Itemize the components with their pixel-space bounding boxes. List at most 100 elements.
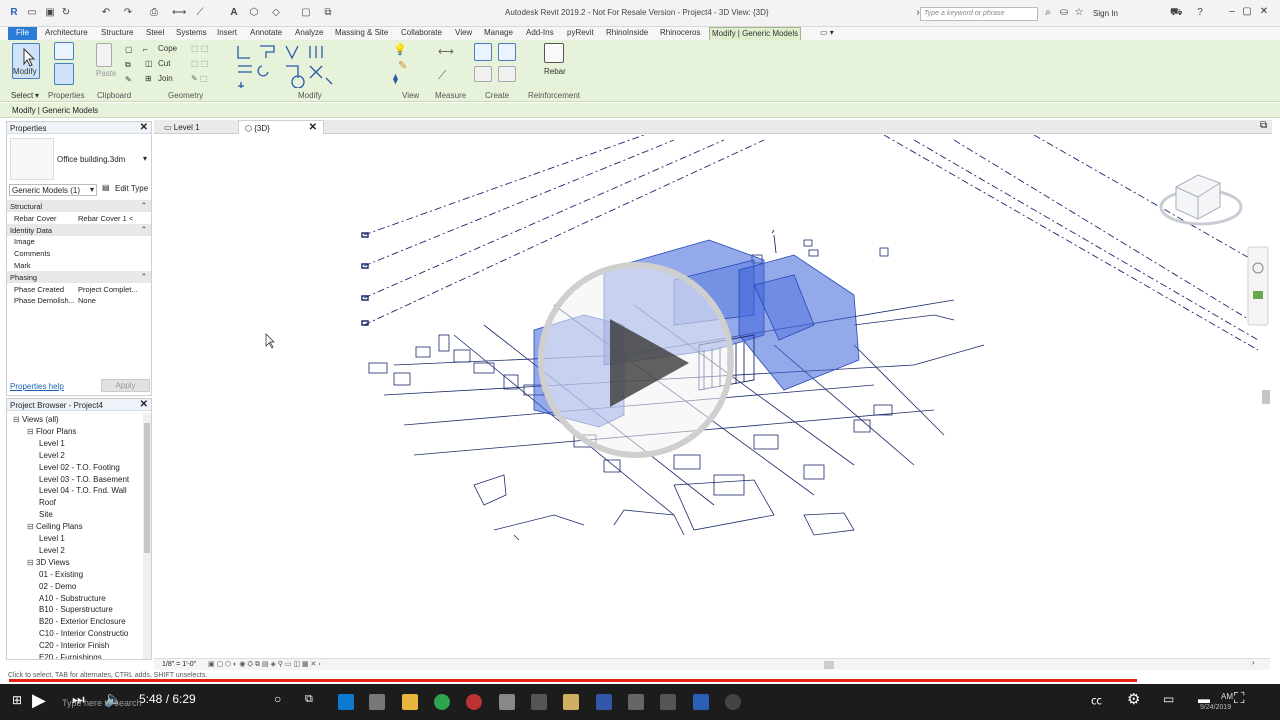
cortana-icon[interactable]: ○ xyxy=(274,692,281,706)
property-row[interactable]: Comments xyxy=(7,247,151,259)
tree-item[interactable]: ⊟ Views (all) xyxy=(13,415,59,424)
cut-geometry-icon[interactable]: ◫ xyxy=(145,59,153,68)
app-icon[interactable] xyxy=(531,694,547,710)
type-name[interactable]: Office building.3dm xyxy=(57,155,125,164)
browser-scrollbar[interactable] xyxy=(143,413,151,659)
file-explorer-icon[interactable] xyxy=(402,694,418,710)
collapse-icon[interactable]: ⊟ xyxy=(27,522,36,531)
match-type-icon[interactable]: ✎ xyxy=(125,75,132,84)
tab-structure[interactable]: Structure xyxy=(99,27,135,40)
collapse-icon[interactable]: ⊟ xyxy=(27,558,36,567)
join-button[interactable]: Join xyxy=(158,74,173,83)
tree-item[interactable]: B20 - Exterior Enclosure xyxy=(39,617,126,626)
modify-tools-icon[interactable] xyxy=(234,42,342,88)
view-control-icons[interactable]: ▣ ▢ ⬡ ◐ ◉ ⛭ ⧉ ▤ ◈ ⚲ ▭ ◫ ▦ ✕ ‹ xyxy=(208,660,321,669)
3d-view-icon[interactable]: ⬡ xyxy=(248,7,260,19)
tree-item[interactable]: B10 - Superstructure xyxy=(39,605,113,614)
tab-annotate[interactable]: Annotate xyxy=(248,27,284,40)
save-icon[interactable]: ▣ xyxy=(44,7,56,19)
captions-icon[interactable]: ㏄ xyxy=(1091,692,1102,708)
cut-button[interactable]: Cut xyxy=(158,59,170,68)
tree-item[interactable]: C20 - Interior Finish xyxy=(39,641,109,650)
tree-item[interactable]: Level 04 - T.O. Fnd. Wall xyxy=(39,486,127,495)
tree-item[interactable]: Level 1 xyxy=(39,534,65,543)
cope-button[interactable]: Cope xyxy=(158,44,177,53)
create-similar-icon[interactable] xyxy=(498,66,516,82)
property-row[interactable]: Mark xyxy=(7,259,151,271)
star-icon[interactable]: ☆ xyxy=(1073,7,1085,19)
tab-analyze[interactable]: Analyze xyxy=(293,27,325,40)
tab-options-icon[interactable]: ▭ ▾ xyxy=(818,27,836,40)
rhino-icon[interactable] xyxy=(466,694,482,710)
taskbar-search-input[interactable]: Type here to search xyxy=(62,698,142,708)
windows-start-icon[interactable]: ⊞ xyxy=(12,693,22,707)
tab-pyrevit[interactable]: pyRevit xyxy=(565,27,596,40)
text-icon[interactable]: A xyxy=(228,7,240,19)
type-properties-icon[interactable] xyxy=(54,42,74,60)
collapse-icon[interactable]: ⊟ xyxy=(27,427,36,436)
tree-item[interactable]: Roof xyxy=(39,498,56,507)
fullscreen-icon[interactable]: ⛶ xyxy=(1234,690,1245,707)
property-value[interactable]: Project Complet... xyxy=(78,285,150,294)
collapse-icon[interactable]: ⊟ xyxy=(13,415,22,424)
tree-item[interactable]: Level 1 xyxy=(39,439,65,448)
create-group-icon[interactable] xyxy=(474,66,492,82)
pencil-icon[interactable]: ✎ xyxy=(398,59,407,72)
tab-systems[interactable]: Systems xyxy=(174,27,209,40)
property-row[interactable]: Phase Demolish... None xyxy=(7,294,151,306)
geometry-tool-icon[interactable]: ⬚ ⬚ xyxy=(191,59,208,68)
tab-3d-view[interactable]: ⬡ {3D} ✕ xyxy=(238,120,324,134)
tree-item[interactable]: A10 - Substructure xyxy=(39,594,106,603)
geometry-tool-icon[interactable]: ⬚ ⬚ xyxy=(191,44,208,53)
property-value[interactable]: Rebar Cover 1 < xyxy=(78,214,150,223)
measure-between-icon[interactable]: ⟷ xyxy=(438,45,454,58)
property-section[interactable]: Identity Data ⌃ xyxy=(7,223,151,236)
measure-icon[interactable]: ⟷ xyxy=(172,7,186,19)
edit-type-button[interactable]: Edit Type xyxy=(115,184,148,193)
close-hidden-icon[interactable]: ▢ xyxy=(300,7,312,19)
miniplayer-icon[interactable]: ▭ xyxy=(1163,692,1174,706)
cope-icon[interactable]: ▢ xyxy=(125,45,133,54)
view-cube[interactable] xyxy=(1159,174,1243,226)
view-scale[interactable]: 1/8" = 1'-0" xyxy=(162,661,196,668)
tab-collaborate[interactable]: Collaborate xyxy=(399,27,444,40)
help-icon[interactable]: ? xyxy=(1194,7,1206,19)
zoom-icon[interactable] xyxy=(1253,291,1263,299)
tree-item[interactable]: Level 2 xyxy=(39,546,65,555)
binoculars-icon[interactable]: ⌕ xyxy=(1042,7,1054,19)
tree-item[interactable]: ⊟ 3D Views xyxy=(27,558,70,567)
3d-viewport[interactable] xyxy=(154,134,1270,658)
select-dropdown[interactable]: Select xyxy=(11,91,33,100)
property-section[interactable]: Phasing ⌃ xyxy=(7,270,151,283)
tab-add-ins[interactable]: Add-Ins xyxy=(524,27,556,40)
edit-type-icon[interactable]: ▤ xyxy=(102,183,110,192)
lightbulb-icon[interactable]: 💡 xyxy=(393,43,407,56)
tree-item[interactable]: Level 2 xyxy=(39,451,65,460)
property-row[interactable]: Phase Created Project Complet... xyxy=(7,283,151,295)
settings-icon[interactable] xyxy=(499,694,515,710)
sign-in-button[interactable]: Sign In xyxy=(1093,9,1118,18)
switch-windows-icon[interactable]: ⧉ xyxy=(322,7,334,19)
minimize-button[interactable]: – xyxy=(1226,6,1238,20)
tab-file[interactable]: File xyxy=(8,27,37,40)
viewport-scrollbar[interactable] xyxy=(1262,390,1270,404)
tab-manage[interactable]: Manage xyxy=(482,27,515,40)
filter-icon[interactable]: ⧫ xyxy=(393,74,398,85)
apply-button[interactable]: Apply xyxy=(101,379,150,392)
redo-icon[interactable]: ↷ xyxy=(122,7,134,19)
model-canvas[interactable] xyxy=(154,134,1270,658)
rebar-icon[interactable] xyxy=(544,43,564,63)
open-icon[interactable]: ▭ xyxy=(26,7,38,19)
powerpoint-icon[interactable] xyxy=(596,694,612,710)
collapse-icon[interactable]: ⌃ xyxy=(141,225,147,234)
task-view-icon[interactable]: ⧉ xyxy=(305,693,313,706)
join-icon[interactable]: ⊞ xyxy=(145,74,152,83)
properties-help-link[interactable]: Properties help xyxy=(10,382,64,391)
section-icon[interactable]: ◇ xyxy=(270,7,282,19)
tab-architecture[interactable]: Architecture xyxy=(43,27,90,40)
property-value[interactable]: None xyxy=(78,296,150,305)
subscription-icon[interactable]: ⛀ xyxy=(1058,7,1070,19)
tree-item[interactable]: ⊟ Floor Plans xyxy=(27,427,76,436)
horizontal-scroll-thumb[interactable] xyxy=(824,661,834,669)
chevron-down-icon[interactable]: ▾ xyxy=(35,91,39,100)
